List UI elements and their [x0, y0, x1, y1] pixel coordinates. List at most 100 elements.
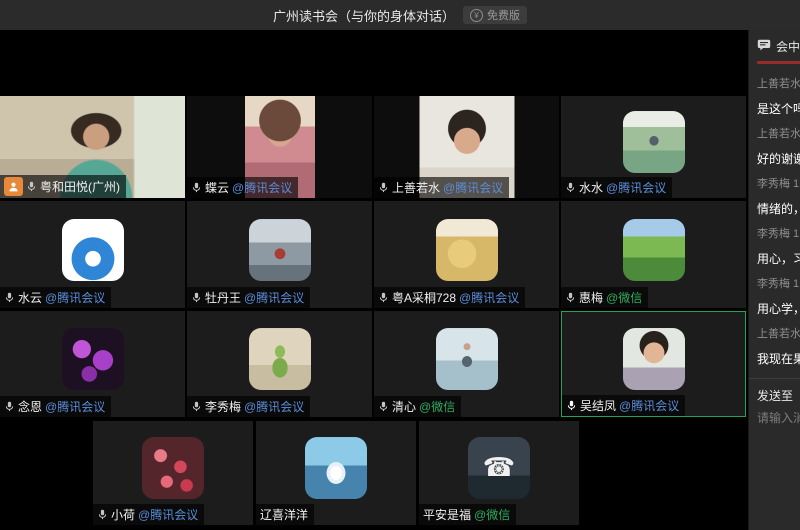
mic-icon [378, 401, 389, 412]
chat-message-list: 上善若水 是这个吗 上善若水 好的谢谢 李秀梅 1 情绪的， 李秀梅 1 用心，… [757, 72, 800, 372]
chat-send-area: 发送至 所有人 [749, 378, 800, 427]
participant-tile-10[interactable]: 李秀梅 @腾讯会议 [187, 311, 372, 417]
participant-name: 水云 [18, 289, 42, 306]
chat-message-sender: 上善若水 [757, 322, 800, 347]
participant-platform: @腾讯会议 [45, 398, 105, 415]
participant-name: 粤A采桐728 [392, 289, 456, 306]
participant-name-label: 小荷 @腾讯会议 [93, 504, 204, 525]
participant-platform: @微信 [419, 398, 455, 415]
participant-tile-15[interactable]: ☎ 平安是福 @微信 [419, 421, 579, 525]
mic-icon [26, 181, 37, 192]
free-version-badge[interactable]: ¥ 免费版 [463, 6, 527, 24]
chat-message-text: 我现在果 [757, 347, 800, 372]
participant-name-label: 粤A采桐728 @腾讯会议 [374, 287, 525, 308]
participant-video [249, 328, 311, 390]
participant-name-label: 粤和田悦(广州) [0, 175, 126, 198]
participant-name-label: 平安是福 @微信 [419, 504, 516, 525]
participant-tile-3[interactable]: 上善若水 @腾讯会议 [374, 96, 559, 198]
participant-tile-14[interactable]: 辽喜洋洋 [256, 421, 416, 525]
participant-name: 惠梅 [579, 289, 603, 306]
mic-icon [191, 292, 202, 303]
participant-platform: @微信 [606, 289, 642, 306]
chat-message-sender: 上善若水 [757, 72, 800, 97]
mic-icon [191, 182, 202, 193]
participant-tile-12[interactable]: 吴结凤 @腾讯会议 [561, 311, 746, 417]
mic-icon [378, 292, 389, 303]
participant-video [436, 328, 498, 390]
chat-tab-underline [757, 61, 800, 64]
participant-name: 粤和田悦(广州) [40, 178, 120, 195]
chat-message: 李秀梅 1 用心学， [757, 272, 800, 322]
participant-name-label: 惠梅 @微信 [561, 287, 648, 308]
chat-message-sender: 李秀梅 1 [757, 172, 800, 197]
phone-handset-icon: ☎ [468, 437, 530, 497]
participant-name-label: 牡丹王 @腾讯会议 [187, 287, 310, 308]
participant-platform: @腾讯会议 [606, 179, 666, 196]
participant-name: 上善若水 [392, 179, 440, 196]
mic-icon [565, 182, 576, 193]
mic-icon [4, 401, 15, 412]
chat-message-sender: 李秀梅 1 [757, 222, 800, 247]
participant-tile-6[interactable]: 牡丹王 @腾讯会议 [187, 201, 372, 308]
participant-video [623, 219, 685, 281]
participant-platform: @腾讯会议 [232, 179, 292, 196]
participant-name: 吴结凤 [580, 397, 616, 414]
video-grid: 粤和田悦(广州) 蝶云 @腾讯会议 [0, 30, 748, 530]
participant-name: 水水 [579, 179, 603, 196]
participant-video: ☎ [468, 437, 530, 499]
participant-tile-1[interactable]: 粤和田悦(广州) [0, 96, 185, 198]
chat-message: 上善若水 我现在果 [757, 322, 800, 372]
participant-video [436, 219, 498, 281]
participant-tile-4[interactable]: 水水 @腾讯会议 [561, 96, 746, 198]
participant-name: 清心 [392, 398, 416, 415]
participant-tile-2[interactable]: 蝶云 @腾讯会议 [187, 96, 372, 198]
participant-name: 辽喜洋洋 [260, 506, 308, 523]
participant-tile-11[interactable]: 清心 @微信 [374, 311, 559, 417]
mic-icon [4, 292, 15, 303]
participant-video [623, 328, 685, 390]
chat-message: 李秀梅 1 情绪的， [757, 172, 800, 222]
participant-name-label: 水水 @腾讯会议 [561, 177, 672, 198]
participant-video [142, 437, 204, 499]
chat-message: 李秀梅 1 用心，习 [757, 222, 800, 272]
participant-video [62, 219, 124, 281]
participant-tile-7[interactable]: 粤A采桐728 @腾讯会议 [374, 201, 559, 308]
participant-video [62, 328, 124, 390]
chat-header-title: 会中聊天 [776, 38, 800, 55]
participant-name: 小荷 [111, 506, 135, 523]
person-icon [4, 177, 23, 196]
mic-icon [566, 400, 577, 411]
chat-message-sender: 李秀梅 1 [757, 272, 800, 297]
participant-name: 平安是福 [423, 506, 471, 523]
mic-icon [191, 401, 202, 412]
participant-name-label: 蝶云 @腾讯会议 [187, 177, 298, 198]
participant-tile-9[interactable]: 念恩 @腾讯会议 [0, 311, 185, 417]
chat-message-sender: 上善若水 [757, 122, 800, 147]
participant-platform: @腾讯会议 [443, 179, 503, 196]
participant-platform: @腾讯会议 [619, 397, 679, 414]
title-bar: 广州读书会（与你的身体对话） ¥ 免费版 [0, 0, 800, 30]
participant-name-label: 辽喜洋洋 [256, 504, 314, 525]
participant-name-label: 吴结凤 @腾讯会议 [562, 395, 685, 416]
mic-icon [565, 292, 576, 303]
chat-bubble-icon [757, 39, 771, 54]
coin-icon: ¥ [470, 9, 483, 22]
chat-panel: 会中聊天 上善若水 是这个吗 上善若水 好的谢谢 李秀梅 1 情绪的， 李秀梅 … [748, 30, 800, 530]
chat-message: 上善若水 是这个吗 [757, 72, 800, 122]
chat-header: 会中聊天 [757, 37, 800, 55]
participant-name: 牡丹王 [205, 289, 241, 306]
participant-platform: @腾讯会议 [244, 289, 304, 306]
chat-message-input[interactable] [757, 411, 800, 425]
participant-name-label: 念恩 @腾讯会议 [0, 396, 111, 417]
participant-video [249, 219, 311, 281]
participant-tile-8[interactable]: 惠梅 @微信 [561, 201, 746, 308]
send-to-label: 发送至 [757, 389, 793, 403]
participant-name-label: 上善若水 @腾讯会议 [374, 177, 509, 198]
participant-platform: @腾讯会议 [138, 506, 198, 523]
chat-message-text: 好的谢谢 [757, 147, 800, 172]
participant-video [305, 437, 367, 499]
chat-message-text: 用心，习 [757, 247, 800, 272]
participant-tile-5[interactable]: 水云 @腾讯会议 [0, 201, 185, 308]
participant-tile-13[interactable]: 小荷 @腾讯会议 [93, 421, 253, 525]
chat-message-text: 是这个吗 [757, 97, 800, 122]
